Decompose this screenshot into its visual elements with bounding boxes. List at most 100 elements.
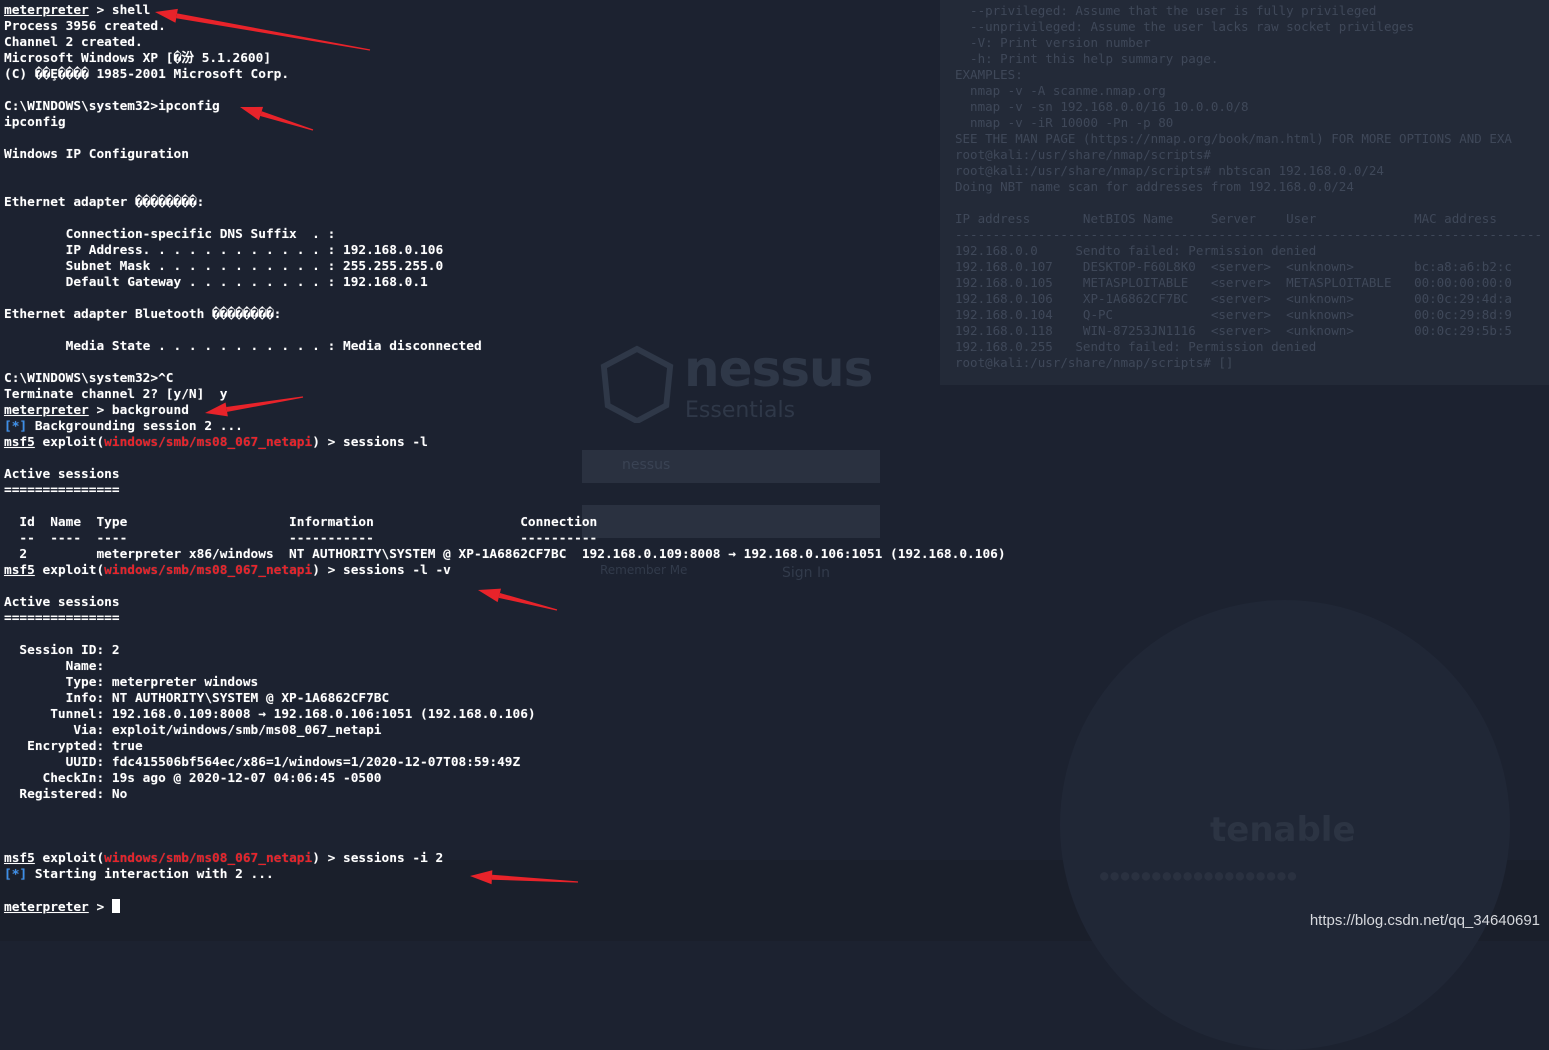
terminal-text: Type: meterpreter windows xyxy=(4,675,259,690)
terminal-text: Ethernet adapter ��������: xyxy=(4,195,205,210)
prompt-label: meterpreter xyxy=(4,403,89,418)
terminal-text: Windows IP Configuration xyxy=(4,147,189,162)
terminal-line: Subnet Mask . . . . . . . . . . . : 255.… xyxy=(4,259,1204,275)
watermark: https://blog.csdn.net/qq_34640691 xyxy=(1309,912,1540,929)
exploit-module-name: windows/smb/ms08_067_netapi xyxy=(104,563,313,578)
terminal-line: -- ---- ---- ----------- ---------- xyxy=(4,531,1204,547)
terminal-cursor xyxy=(111,899,120,913)
info-marker: [*] xyxy=(4,867,28,882)
terminal-text: ) > sessions -i 2 xyxy=(312,851,444,866)
terminal-text: Connection-specific DNS Suffix . : xyxy=(4,227,336,242)
terminal-line: Registered: No xyxy=(4,787,1204,803)
terminal-text: Media State . . . . . . . . . . . : Medi… xyxy=(4,339,482,354)
terminal-line: (C) ��Ȩ���� 1985-2001 Microsoft Corp. xyxy=(4,67,1204,83)
terminal-line: msf5 exploit(windows/smb/ms08_067_netapi… xyxy=(4,563,1204,579)
terminal-line: Process 3956 created. xyxy=(4,19,1204,35)
terminal-text: > xyxy=(88,900,112,915)
terminal-line: Name: xyxy=(4,659,1204,675)
terminal-line: Via: exploit/windows/smb/ms08_067_netapi xyxy=(4,723,1204,739)
terminal-line: CheckIn: 19s ago @ 2020-12-07 04:06:45 -… xyxy=(4,771,1204,787)
terminal-line: Media State . . . . . . . . . . . : Medi… xyxy=(4,339,1204,355)
prompt-label: meterpreter xyxy=(4,900,89,915)
terminal-line: C:\WINDOWS\system32>^C xyxy=(4,371,1204,387)
terminal-text: Tunnel: 192.168.0.109:8008 → 192.168.0.1… xyxy=(4,707,536,722)
terminal-text: Process 3956 created. xyxy=(4,19,166,34)
terminal-line: C:\WINDOWS\system32>ipconfig xyxy=(4,99,1204,115)
terminal-line: =============== xyxy=(4,611,1204,627)
terminal-text: Subnet Mask . . . . . . . . . . . : 255.… xyxy=(4,259,444,274)
terminal-line: Default Gateway . . . . . . . . . : 192.… xyxy=(4,275,1204,291)
terminal-text: exploit( xyxy=(34,851,105,866)
terminal-line: [*] Starting interaction with 2 ... xyxy=(4,867,1204,883)
terminal-text: Registered: No xyxy=(4,787,128,802)
terminal-text: Microsoft Windows XP [�汾 5.1.2600] xyxy=(4,51,272,66)
terminal-line: meterpreter > background xyxy=(4,403,1204,419)
terminal-line: Connection-specific DNS Suffix . : xyxy=(4,227,1204,243)
tenable-logo: tenable xyxy=(1210,810,1356,850)
terminal-text: Active sessions xyxy=(4,595,120,610)
exploit-module-name: windows/smb/ms08_067_netapi xyxy=(104,851,313,866)
terminal-line: IP Address. . . . . . . . . . . . : 192.… xyxy=(4,243,1204,259)
terminal-text: =============== xyxy=(4,611,120,626)
terminal-text: Info: NT AUTHORITY\SYSTEM @ XP-1A6862CF7… xyxy=(4,691,390,706)
terminal-text: Terminate channel 2? [y/N] y xyxy=(4,387,228,402)
terminal-text: Id Name Type Information Connection xyxy=(4,515,598,530)
terminal-line: Microsoft Windows XP [�汾 5.1.2600] xyxy=(4,51,1204,67)
terminal-text: 2 meterpreter x86/windows NT AUTHORITY\S… xyxy=(4,547,1006,562)
terminal-line: Tunnel: 192.168.0.109:8008 → 192.168.0.1… xyxy=(4,707,1204,723)
terminal-line: Active sessions xyxy=(4,467,1204,483)
terminal-text: C:\WINDOWS\system32>^C xyxy=(4,371,174,386)
terminal-line: Terminate channel 2? [y/N] y xyxy=(4,387,1204,403)
terminal-line: =============== xyxy=(4,483,1204,499)
terminal-text: IP Address. . . . . . . . . . . . : 192.… xyxy=(4,243,444,258)
terminal-text: Name: xyxy=(4,659,105,674)
terminal-text: Ethernet adapter Bluetooth ��������: xyxy=(4,307,282,322)
terminal-line: Id Name Type Information Connection xyxy=(4,515,1204,531)
prompt-label: msf5 xyxy=(4,435,35,450)
exploit-module-name: windows/smb/ms08_067_netapi xyxy=(104,435,313,450)
terminal-text: Backgrounding session 2 ... xyxy=(27,419,243,434)
prompt-label: meterpreter xyxy=(4,3,89,18)
terminal-text: CheckIn: 19s ago @ 2020-12-07 04:06:45 -… xyxy=(4,771,382,786)
terminal-text: ) > sessions -l -v xyxy=(312,563,451,578)
prompt-label: msf5 xyxy=(4,563,35,578)
terminal-output[interactable]: meterpreter > shell Process 3956 created.… xyxy=(4,3,1204,915)
terminal-line: Session ID: 2 xyxy=(4,643,1204,659)
terminal-line: Windows IP Configuration xyxy=(4,147,1204,163)
terminal-text: (C) ��Ȩ���� 1985-2001 Microsoft Corp. xyxy=(4,67,290,82)
terminal-text: ) > sessions -l xyxy=(312,435,428,450)
terminal-line: meterpreter > xyxy=(4,899,1204,915)
terminal-text: Channel 2 created. xyxy=(4,35,143,50)
terminal-line: 2 meterpreter x86/windows NT AUTHORITY\S… xyxy=(4,547,1204,563)
terminal-line: ipconfig xyxy=(4,115,1204,131)
terminal-line: UUID: fdc415506bf564ec/x86=1/windows=1/2… xyxy=(4,755,1204,771)
terminal-line: Active sessions xyxy=(4,595,1204,611)
info-marker: [*] xyxy=(4,419,28,434)
terminal-text: =============== xyxy=(4,483,120,498)
terminal-text: > background xyxy=(88,403,189,418)
terminal-text: ipconfig xyxy=(4,115,66,130)
terminal-text: Session ID: 2 xyxy=(4,643,120,658)
terminal-text: C:\WINDOWS\system32>ipconfig xyxy=(4,99,220,114)
terminal-text: -- ---- ---- ----------- ---------- xyxy=(4,531,598,546)
terminal-line: Type: meterpreter windows xyxy=(4,675,1204,691)
terminal-text: UUID: fdc415506bf564ec/x86=1/windows=1/2… xyxy=(4,755,521,770)
terminal-line: Info: NT AUTHORITY\SYSTEM @ XP-1A6862CF7… xyxy=(4,691,1204,707)
prompt-label: msf5 xyxy=(4,851,35,866)
terminal-line: Ethernet adapter ��������: xyxy=(4,195,1204,211)
terminal-text: Via: exploit/windows/smb/ms08_067_netapi xyxy=(4,723,382,738)
terminal-line: meterpreter > shell xyxy=(4,3,1204,19)
terminal-text: Active sessions xyxy=(4,467,120,482)
